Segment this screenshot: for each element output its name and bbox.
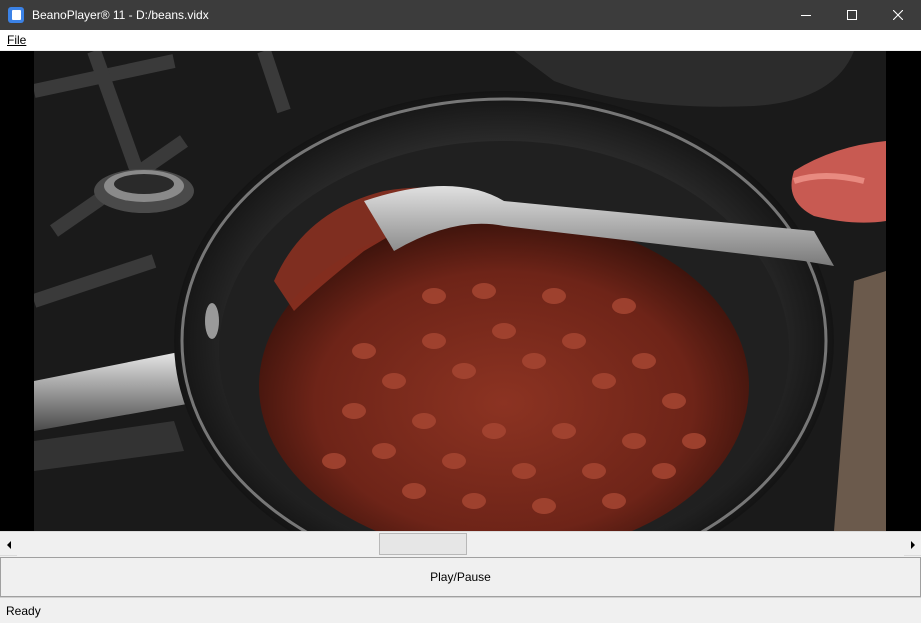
window-title: BeanoPlayer® 11 - D:/beans.vidx: [32, 8, 209, 22]
video-image: [34, 51, 886, 531]
maximize-icon: [847, 10, 857, 20]
play-pause-button[interactable]: Play/Pause: [0, 557, 921, 597]
seek-thumb[interactable]: [379, 533, 467, 555]
scroll-left-button[interactable]: [0, 534, 17, 555]
status-bar: Ready: [0, 597, 921, 623]
arrow-left-icon: [6, 540, 11, 549]
status-text: Ready: [6, 603, 41, 618]
seek-scrollbar[interactable]: [0, 531, 921, 556]
maximize-button[interactable]: [829, 0, 875, 30]
menu-file[interactable]: File: [0, 33, 33, 47]
play-pause-label: Play/Pause: [430, 570, 491, 584]
menu-bar: File: [0, 30, 921, 50]
video-frame: [34, 51, 886, 531]
title-bar[interactable]: BeanoPlayer® 11 - D:/beans.vidx: [0, 0, 921, 30]
scroll-right-button[interactable]: [904, 534, 921, 555]
close-button[interactable]: [875, 0, 921, 30]
minimize-icon: [801, 15, 811, 16]
close-icon: [893, 10, 903, 20]
minimize-button[interactable]: [783, 0, 829, 30]
app-icon: [8, 7, 24, 23]
video-area[interactable]: [0, 51, 921, 531]
seek-track[interactable]: [17, 532, 904, 556]
arrow-right-icon: [910, 540, 915, 549]
